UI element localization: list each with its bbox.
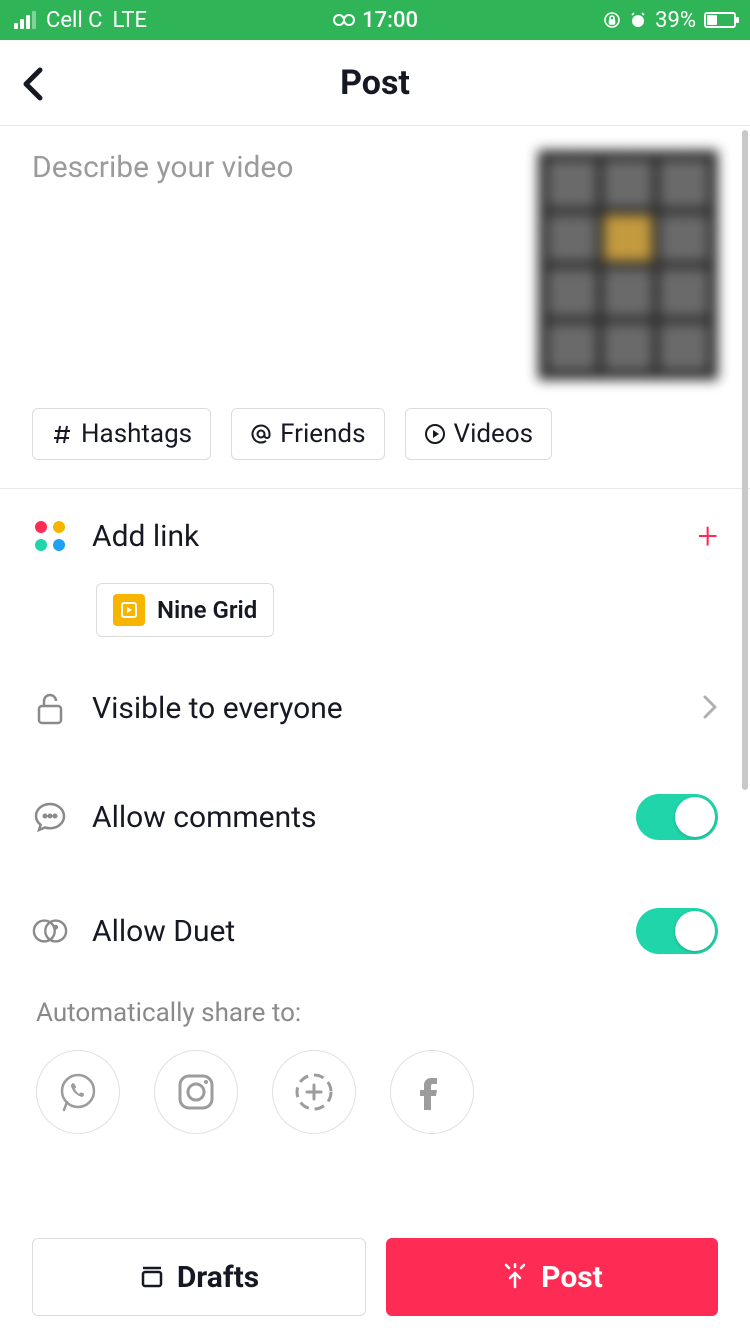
battery-pct: 39% — [655, 8, 696, 33]
duet-icon — [32, 916, 68, 946]
scrollbar[interactable] — [742, 130, 748, 790]
time-label: 17:00 — [362, 8, 418, 33]
share-section: Automatically share to: — [0, 988, 750, 1154]
compose-area — [0, 126, 750, 396]
status-center: 17:00 — [332, 8, 418, 33]
drafts-label: Drafts — [177, 1260, 259, 1295]
network-label: LTE — [112, 8, 147, 33]
allow-comments-row: Allow comments — [0, 760, 750, 874]
page-title: Post — [340, 63, 410, 103]
instagram-icon — [174, 1070, 218, 1114]
share-stories-button[interactable] — [272, 1050, 356, 1134]
stories-icon — [292, 1070, 336, 1114]
visibility-label: Visible to everyone — [92, 691, 678, 726]
link-icon — [332, 13, 356, 27]
friends-label: Friends — [280, 419, 365, 449]
video-thumbnail[interactable] — [538, 150, 718, 380]
signal-icon — [14, 11, 36, 29]
hashtags-label: Hashtags — [81, 419, 192, 449]
orientation-lock-icon — [603, 11, 621, 29]
share-instagram-button[interactable] — [154, 1050, 238, 1134]
allow-duet-label: Allow Duet — [92, 914, 612, 949]
chevron-right-icon — [702, 694, 718, 724]
nine-grid-label: Nine Grid — [157, 596, 257, 624]
post-label: Post — [541, 1260, 603, 1295]
header: Post — [0, 40, 750, 126]
allow-comments-label: Allow comments — [92, 800, 612, 835]
videos-label: Videos — [454, 419, 534, 449]
plus-icon[interactable]: + — [698, 515, 718, 557]
visibility-row[interactable]: Visible to everyone — [0, 657, 750, 760]
videos-chip[interactable]: Videos — [405, 408, 553, 460]
hashtag-icon — [51, 423, 73, 445]
description-input[interactable] — [32, 150, 518, 370]
nine-grid-badge[interactable]: Nine Grid — [96, 583, 274, 637]
bottom-bar: Drafts Post — [0, 1238, 750, 1316]
drafts-icon — [139, 1264, 165, 1290]
allow-duet-row: Allow Duet — [0, 874, 750, 988]
share-facebook-button[interactable] — [390, 1050, 474, 1134]
chip-row: Hashtags Friends Videos — [0, 396, 750, 488]
comment-icon — [33, 800, 67, 834]
whatsapp-icon — [56, 1070, 100, 1114]
allow-duet-toggle[interactable] — [636, 908, 718, 954]
allow-comments-toggle[interactable] — [636, 794, 718, 840]
share-whatsapp-button[interactable] — [36, 1050, 120, 1134]
share-title: Automatically share to: — [36, 998, 714, 1028]
nine-grid-icon — [113, 594, 145, 626]
link-app-icon — [35, 521, 65, 551]
lock-open-icon — [35, 692, 65, 726]
hashtags-chip[interactable]: Hashtags — [32, 408, 211, 460]
status-bar: Cell C LTE 17:00 39% — [0, 0, 750, 40]
status-left: Cell C LTE — [14, 8, 147, 33]
post-icon — [501, 1263, 529, 1291]
facebook-icon — [410, 1070, 454, 1114]
play-circle-icon — [424, 423, 446, 445]
status-right: 39% — [603, 8, 736, 33]
alarm-icon — [629, 11, 647, 29]
carrier-label: Cell C — [46, 8, 102, 33]
add-link-label: Add link — [92, 519, 674, 554]
drafts-button[interactable]: Drafts — [32, 1238, 366, 1316]
battery-icon — [704, 12, 736, 28]
mention-icon — [250, 423, 272, 445]
back-button[interactable] — [20, 64, 48, 108]
post-button[interactable]: Post — [386, 1238, 718, 1316]
add-link-row[interactable]: Add link + — [0, 489, 750, 583]
friends-chip[interactable]: Friends — [231, 408, 384, 460]
